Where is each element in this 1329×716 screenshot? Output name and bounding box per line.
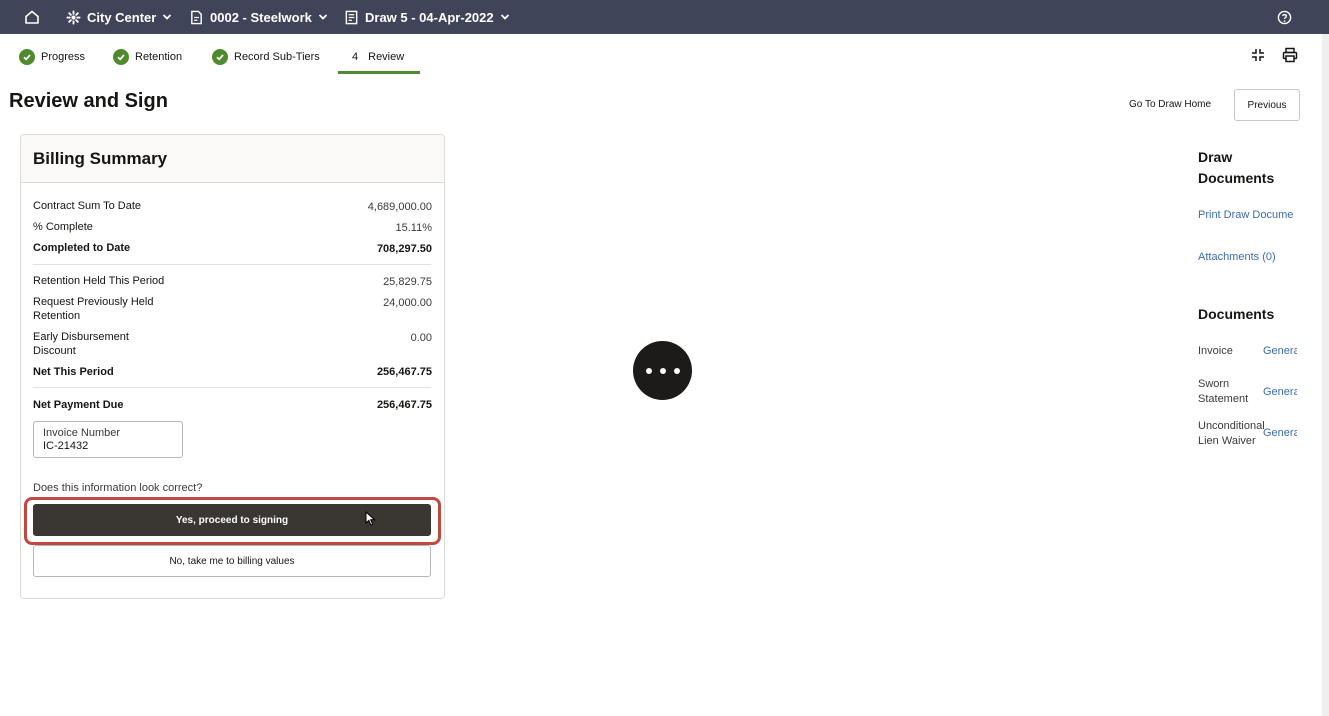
home-icon: [24, 9, 40, 25]
previously-held-value: 24,000.00: [383, 297, 432, 309]
step-label: Record Sub-Tiers: [234, 51, 320, 63]
commitment-selector[interactable]: 0002 - Steelwork: [189, 0, 328, 34]
draw-selector[interactable]: Draw 5 - 04-Apr-2022: [344, 0, 510, 34]
project-selector[interactable]: City Center: [66, 0, 172, 34]
net-this-period-label: Net This Period: [33, 366, 114, 378]
page-title: Review and Sign: [9, 90, 168, 112]
generate-invoice-link[interactable]: Genera: [1263, 345, 1297, 357]
divider: [33, 264, 431, 265]
print-icon: [1282, 47, 1298, 68]
top-bar: City Center 0002 - Steelwork Draw 5 - 04…: [0, 0, 1329, 34]
print-draw-documents-link[interactable]: Print Draw Docume: [1198, 209, 1298, 221]
invoice-number-value: IC-21432: [43, 440, 89, 452]
chevron-down-icon: [500, 12, 510, 22]
back-to-billing-values-button[interactable]: No, take me to billing values: [33, 545, 431, 577]
home-button[interactable]: [24, 0, 40, 34]
help-icon: [1277, 10, 1292, 25]
draw-name: Draw 5 - 04-Apr-2022: [365, 9, 494, 25]
step-label: Retention: [135, 51, 183, 63]
go-to-draw-home-link[interactable]: Go To Draw Home: [1129, 99, 1211, 110]
generate-sworn-statement-link[interactable]: Genera: [1263, 386, 1297, 398]
documents-heading: Documents: [1198, 306, 1275, 322]
step-progress[interactable]: Progress: [19, 47, 85, 67]
percent-complete-value: 15.11%: [395, 222, 433, 234]
loading-dot: [659, 367, 666, 374]
current-step-indicator: [338, 71, 420, 74]
invoice-number-field[interactable]: Invoice Number IC-21432: [33, 421, 183, 458]
card-title: Billing Summary: [33, 149, 168, 168]
attachments-link[interactable]: Attachments (0): [1198, 251, 1276, 263]
net-this-period-value: 256,467.75: [376, 366, 432, 378]
percent-complete-label: % Complete: [33, 221, 93, 233]
chevron-down-icon: [162, 12, 172, 22]
draw-icon: [344, 10, 359, 25]
invoice-number-label: Invoice Number: [43, 427, 121, 439]
previously-held-label: Request Previously Held Retention: [33, 296, 154, 322]
check-icon: [212, 49, 228, 65]
commitment-name: 0002 - Steelwork: [210, 9, 312, 25]
card-header: Billing Summary: [21, 135, 444, 183]
step-number: 4: [352, 51, 359, 63]
draw-documents-heading: Draw Documents: [1198, 149, 1275, 186]
confirmation-question: Does this information look correct?: [33, 482, 203, 494]
sworn-statement-label: Sworn Statement: [1198, 378, 1249, 405]
invoice-doc-label: Invoice: [1198, 345, 1233, 357]
retention-held-value: 25,829.75: [383, 276, 432, 288]
step-review[interactable]: 4 Review: [352, 47, 404, 67]
retention-held-label: Retention Held This Period: [33, 275, 165, 287]
net-payment-due-value: 256,467.75: [376, 399, 432, 411]
collapse-icon: [1250, 47, 1266, 68]
divider: [33, 387, 431, 388]
generate-lien-waiver-link[interactable]: Genera: [1263, 427, 1297, 439]
step-record-sub-tiers[interactable]: Record Sub-Tiers: [212, 47, 320, 67]
contract-sum-value: 4,689,000.00: [367, 201, 432, 213]
step-label: Progress: [41, 51, 86, 63]
document-icon: [189, 10, 204, 25]
collapse-button[interactable]: [1249, 48, 1267, 66]
check-icon: [113, 49, 129, 65]
net-payment-due-label: Net Payment Due: [33, 399, 124, 411]
step-label: Review: [368, 51, 405, 63]
completed-to-date-label: Completed to Date: [33, 242, 131, 254]
previous-button[interactable]: Previous: [1234, 89, 1300, 121]
help-button[interactable]: [1277, 0, 1292, 34]
early-disbursement-value: 0.00: [410, 332, 432, 344]
project-name: City Center: [87, 9, 157, 25]
step-retention[interactable]: Retention: [113, 47, 182, 67]
scrollbar[interactable]: [1322, 34, 1329, 716]
check-icon: [19, 49, 35, 65]
mouse-cursor-icon: [365, 510, 376, 531]
completed-to-date-value: 708,297.50: [376, 243, 432, 255]
early-disbursement-label: Early Disbursement Discount: [33, 331, 129, 357]
chevron-down-icon: [318, 12, 328, 22]
loading-dot: [673, 367, 680, 374]
loading-indicator: [633, 341, 692, 400]
loading-dot: [645, 367, 652, 374]
project-icon: [66, 9, 81, 25]
contract-sum-label: Contract Sum To Date: [33, 200, 142, 212]
print-button[interactable]: [1281, 47, 1299, 68]
